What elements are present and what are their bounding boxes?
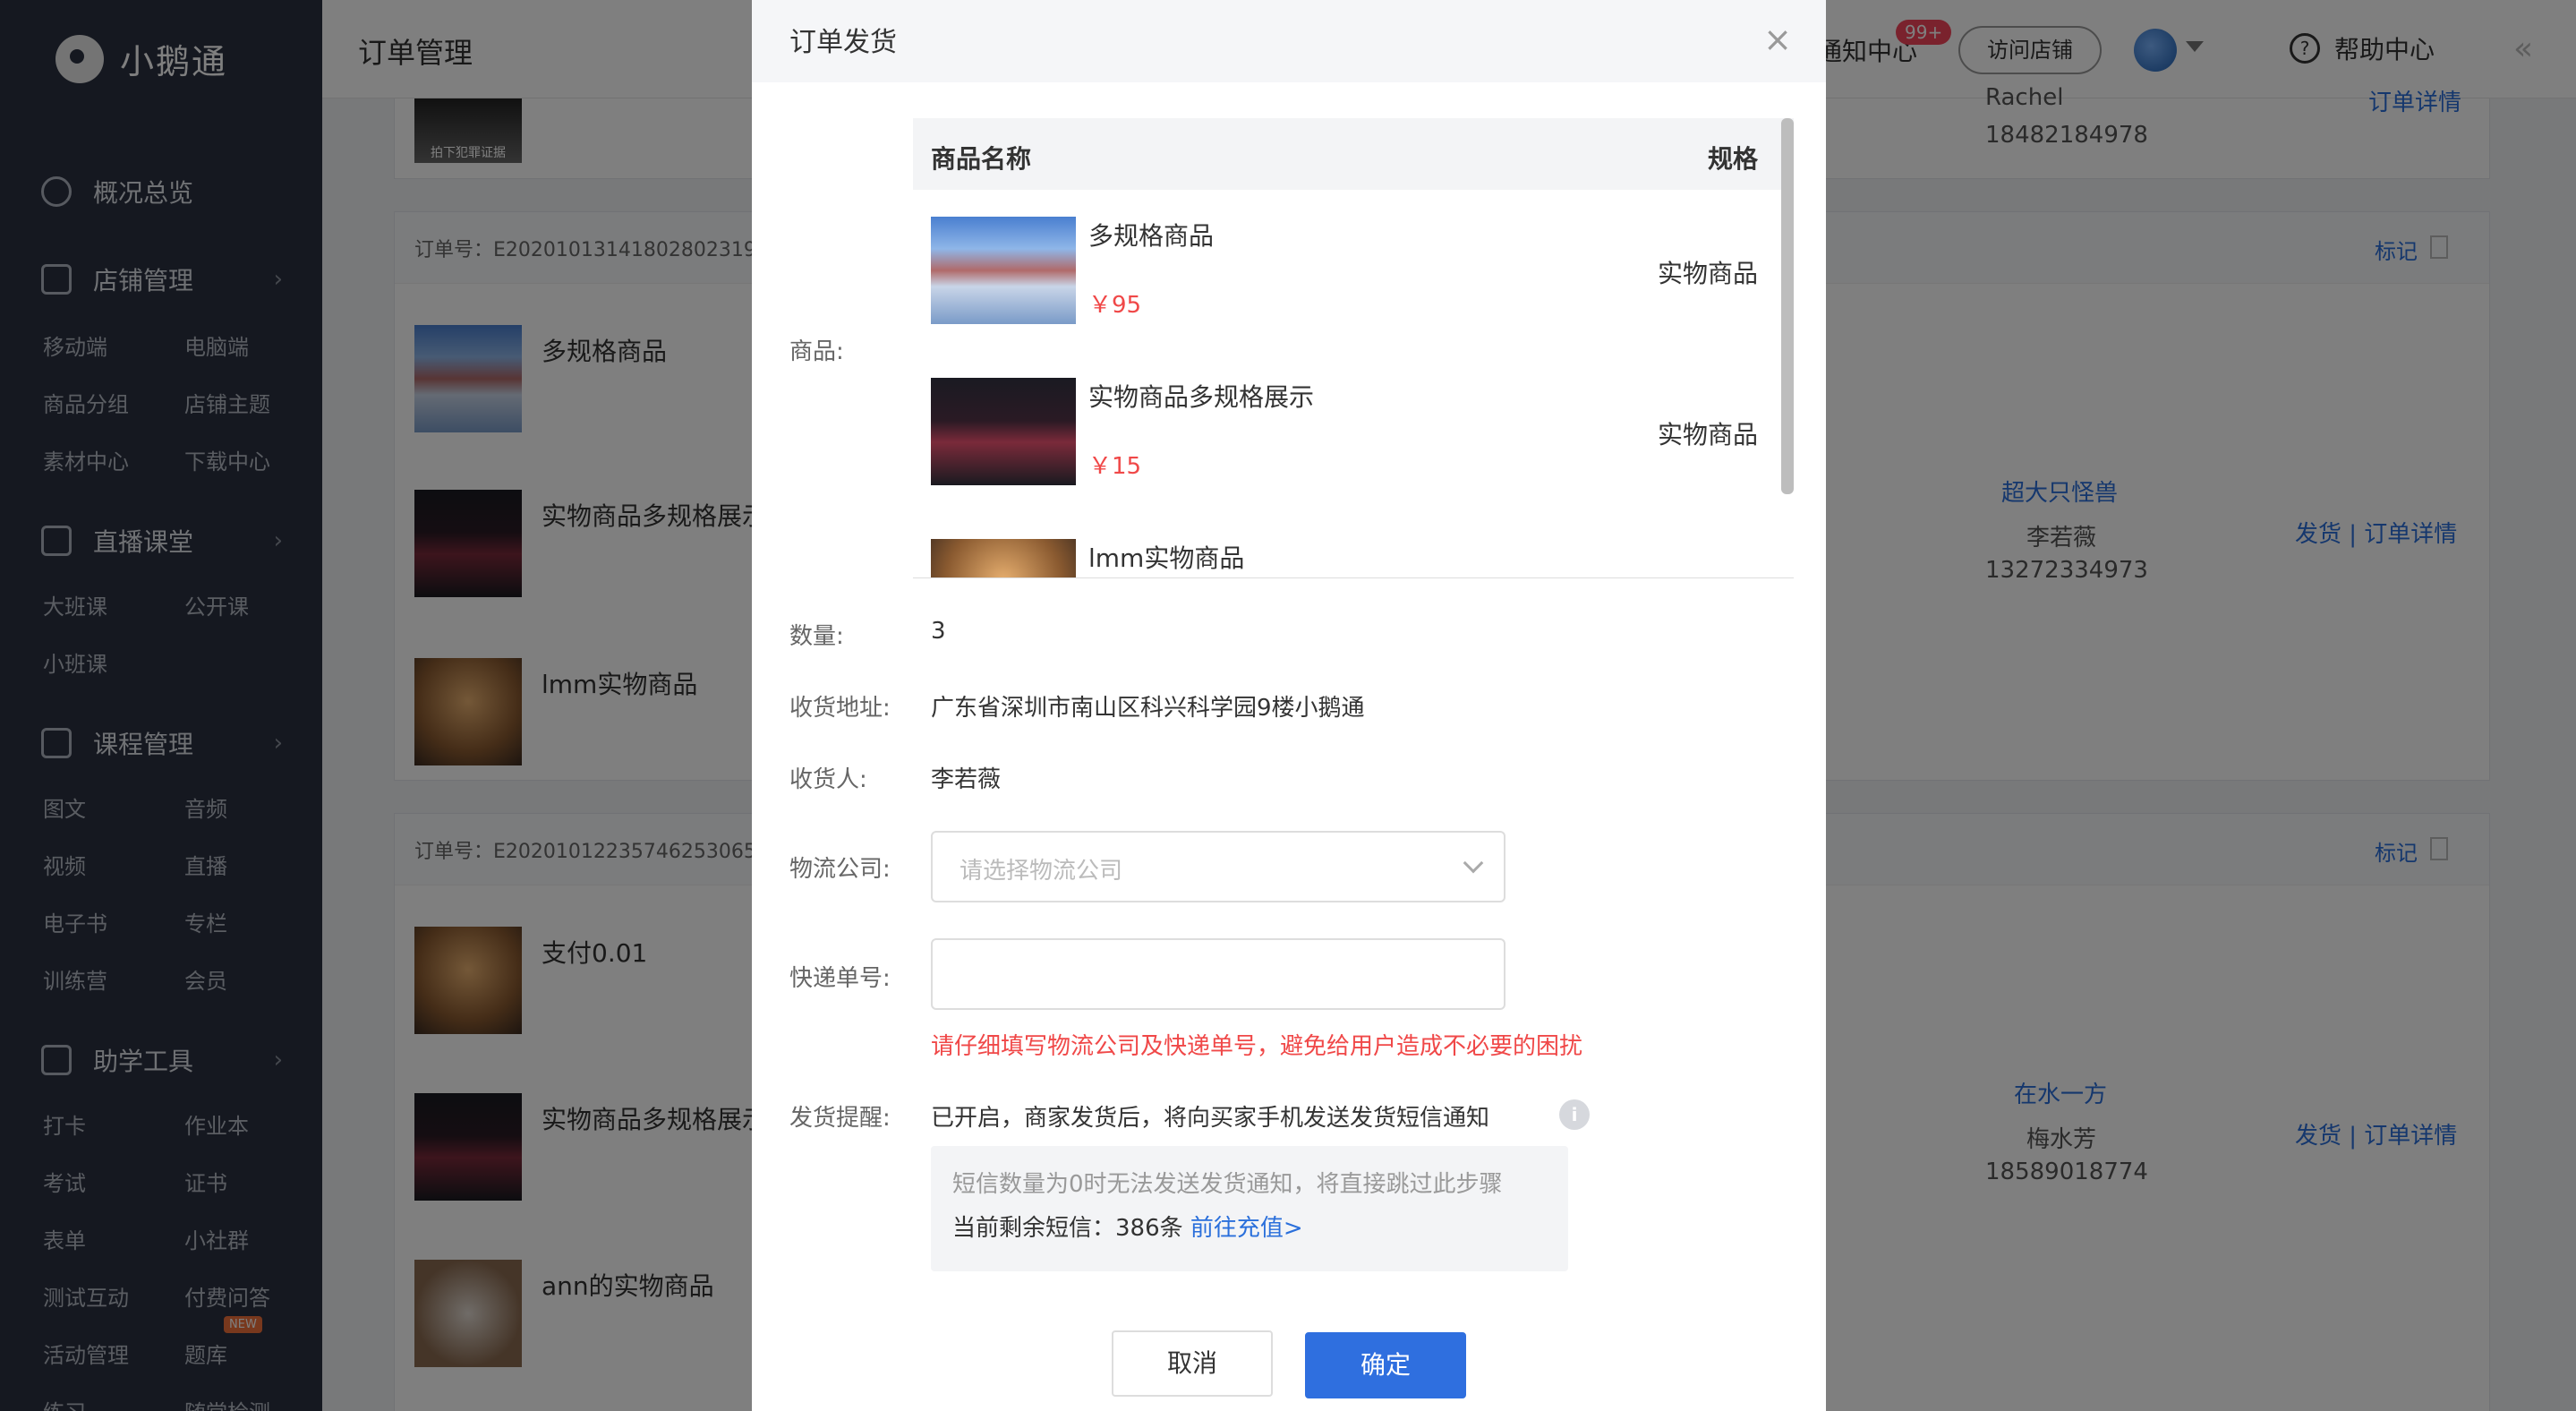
table-header: 商品名称 规格 [913,118,1794,190]
confirm-button[interactable]: 确定 [1305,1332,1466,1398]
quantity-value: 3 [931,618,946,645]
product-spec: 实物商品 [1657,420,1758,449]
sms-info-box: 短信数量为0时无法发送发货通知，将直接跳过此步骤 当前剩余短信：386条 前往充… [931,1146,1568,1271]
logistics-label: 物流公司: [789,856,891,883]
ship-order-dialog: 订单发货 × 商品: 商品名称 规格 多规格商品 ￥95 实物商品 实物商品多规… [752,0,1826,1411]
product-thumbnail [931,539,1076,577]
column-header-name: 商品名称 [931,144,1032,174]
sms-note: 短信数量为0时无法发送发货通知，将直接跳过此步骤 [952,1171,1503,1198]
product-price: ￥15 [1088,453,1142,480]
sms-remaining-row: 当前剩余短信：386条 前往充值> [952,1210,1547,1243]
sms-remaining: 当前剩余短信：386条 [952,1215,1183,1242]
product-price: ￥95 [1088,292,1142,319]
chevron-down-icon [1463,852,1484,874]
close-icon[interactable]: × [1763,20,1792,59]
product-spec: 实物商品 [1657,259,1758,288]
dialog-title: 订单发货 [789,27,897,58]
cancel-button[interactable]: 取消 [1112,1330,1273,1397]
product-thumbnail [931,378,1076,485]
receiver-value: 李若薇 [931,766,1002,793]
warning-text: 请仔细填写物流公司及快递单号，避免给用户造成不必要的困扰 [931,1033,1583,1060]
product-name: 实物商品多规格展示 [1088,382,1315,412]
reminder-text: 已开启，商家发货后，将向买家手机发送发货短信通知 [931,1105,1490,1132]
info-icon[interactable]: i [1559,1099,1590,1130]
product-name: 多规格商品 [1088,221,1215,251]
table-scrollbar[interactable] [1781,118,1794,494]
tracking-number-input[interactable] [931,938,1506,1010]
logistics-select[interactable]: 请选择物流公司 [931,831,1506,902]
goods-label: 商品: [789,338,844,365]
address-label: 收货地址: [789,695,891,722]
recharge-link[interactable]: 前往充值> [1190,1215,1303,1242]
quantity-label: 数量: [789,623,844,650]
logistics-placeholder: 请选择物流公司 [960,858,1123,885]
table-row: 多规格商品 ￥95 实物商品 [913,190,1794,351]
tracking-label: 快递单号: [789,965,891,992]
dialog-header: 订单发货 × [752,0,1826,82]
table-row: lmm实物商品 [913,512,1794,577]
column-header-spec: 规格 [1707,144,1758,174]
product-name: lmm实物商品 [1088,543,1245,573]
reminder-label: 发货提醒: [789,1105,891,1132]
receiver-label: 收货人: [789,766,867,793]
goods-table: 商品名称 规格 多规格商品 ￥95 实物商品 实物商品多规格展示 ￥15 实物商… [913,118,1794,578]
table-row: 实物商品多规格展示 ￥15 实物商品 [913,351,1794,512]
product-thumbnail [931,217,1076,324]
address-value: 广东省深圳市南山区科兴科学园9楼小鹅通 [931,695,1365,722]
